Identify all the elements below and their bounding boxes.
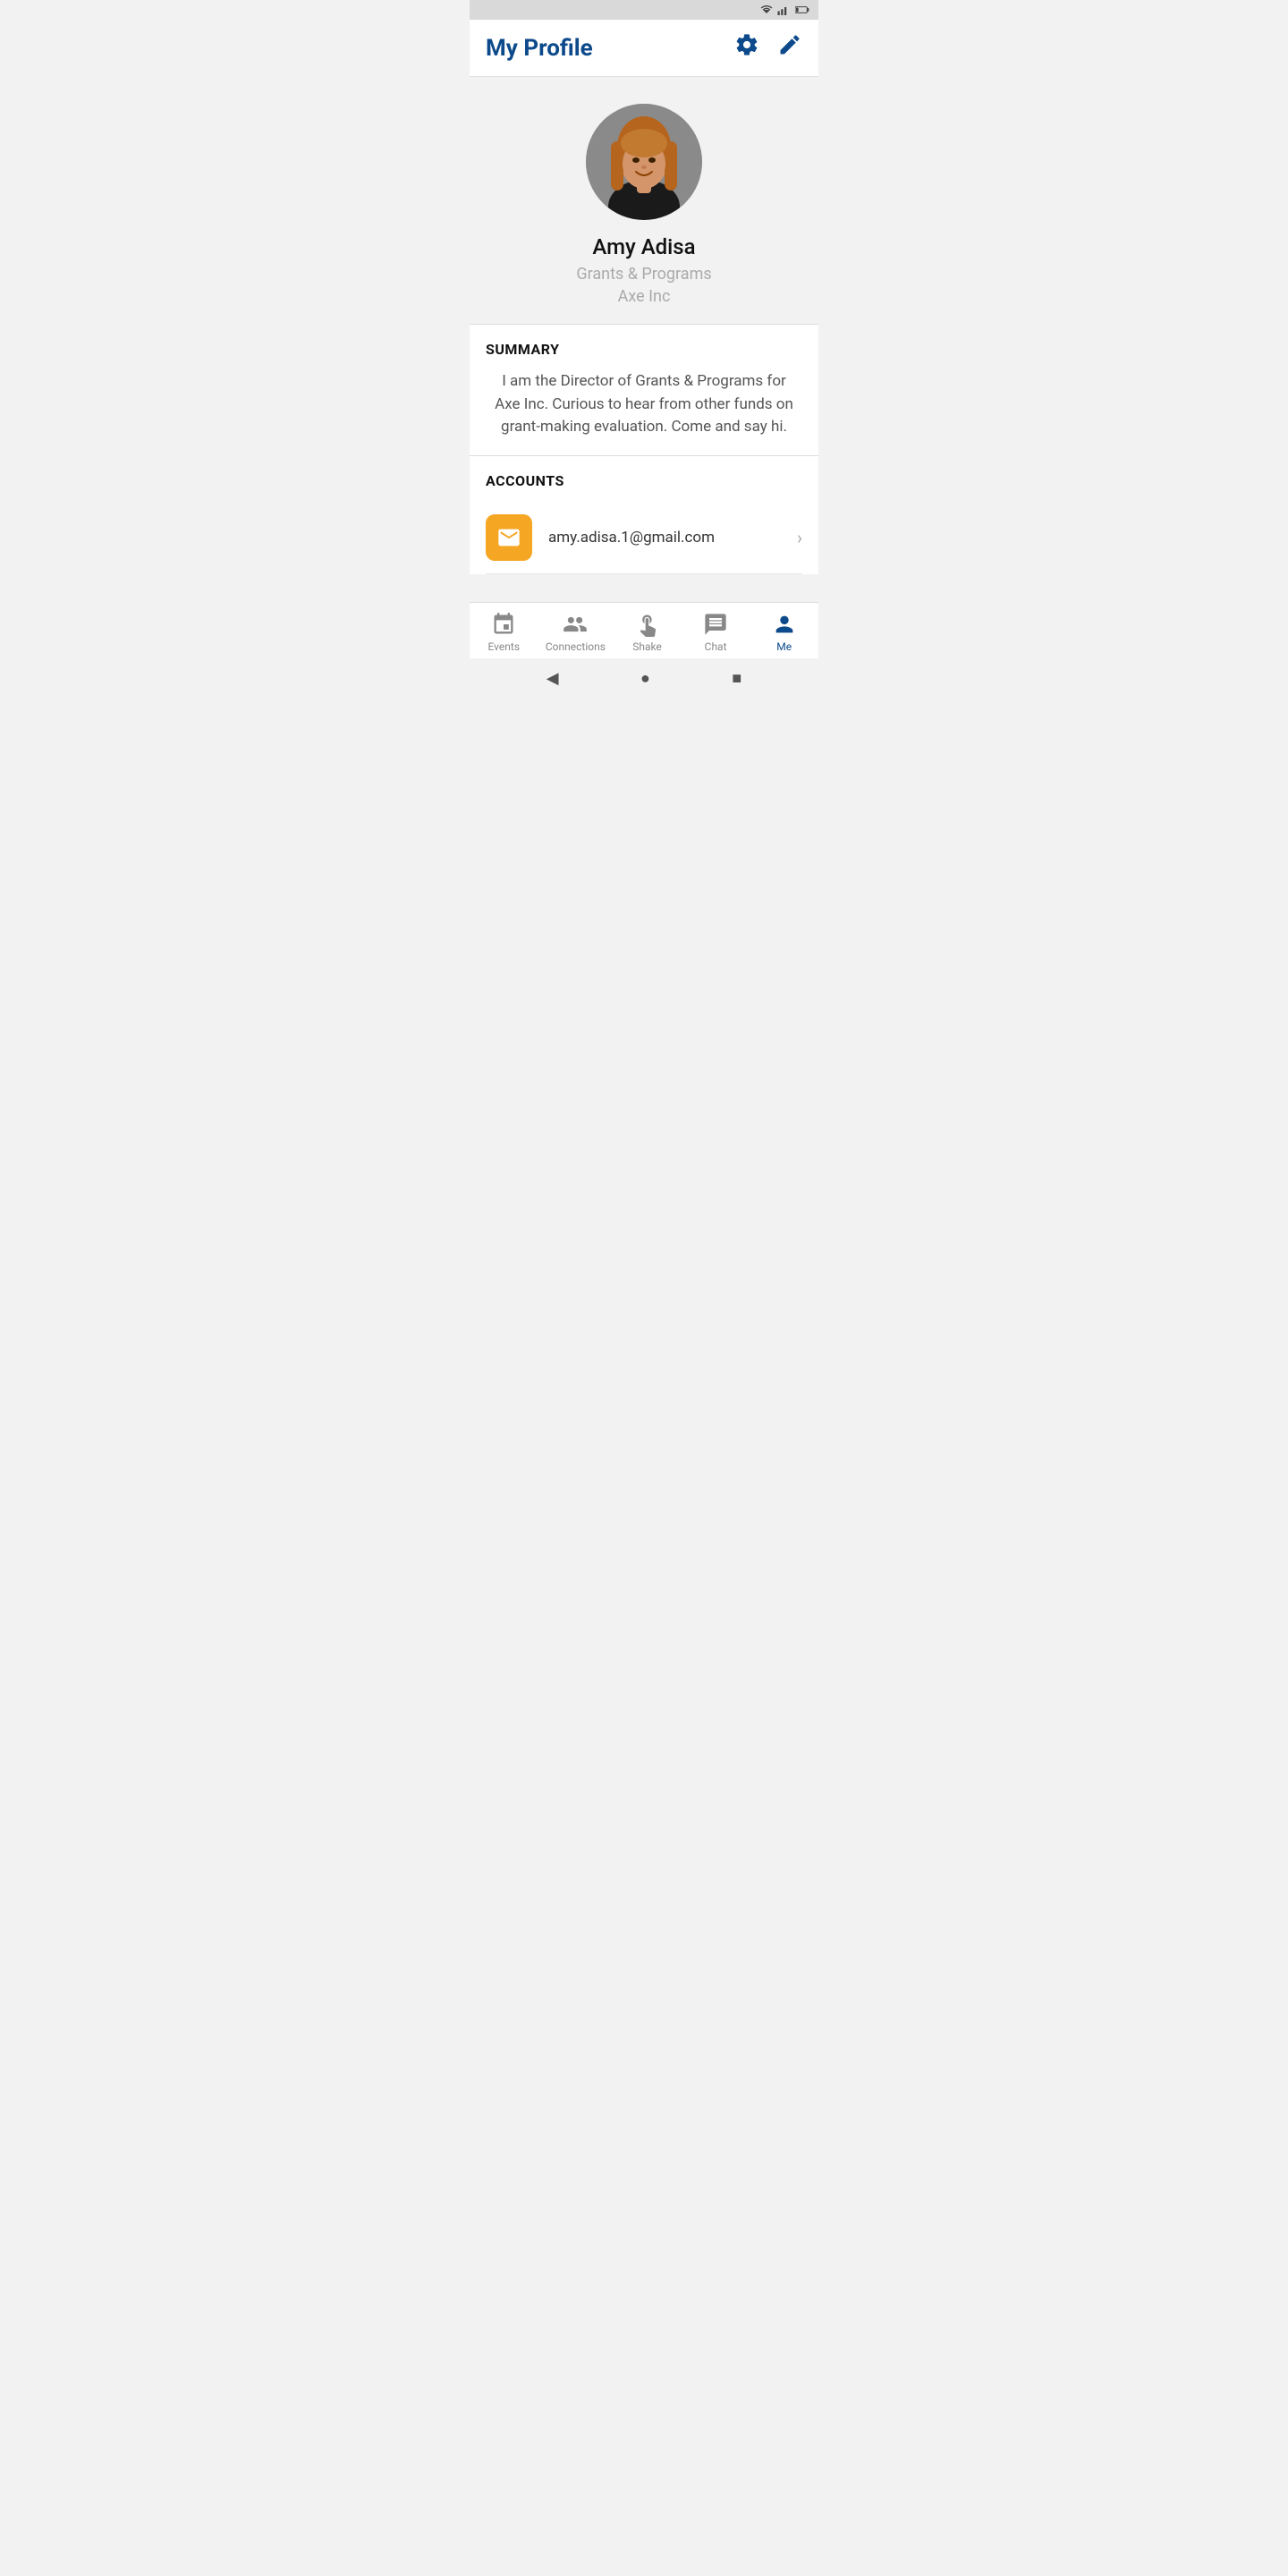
recent-button[interactable]: ■ — [732, 669, 741, 688]
connections-label: Connections — [546, 640, 606, 653]
content-spacer — [470, 574, 818, 603]
me-label: Me — [776, 640, 792, 653]
header-actions — [734, 32, 802, 64]
summary-title: SUMMARY — [486, 341, 802, 358]
avatar — [586, 104, 702, 220]
account-row[interactable]: amy.adisa.1@gmail.com › — [486, 502, 802, 574]
events-label: Events — [488, 640, 521, 653]
status-icons — [759, 4, 809, 15]
summary-section: SUMMARY I am the Director of Grants & Pr… — [470, 325, 818, 455]
nav-item-events[interactable]: Events — [477, 612, 530, 653]
events-icon — [491, 612, 516, 637]
avatar-image — [586, 104, 702, 220]
profile-name: Amy Adisa — [592, 234, 695, 259]
nav-item-me[interactable]: Me — [758, 612, 811, 653]
edit-icon — [777, 32, 802, 57]
profile-company: Axe Inc — [618, 287, 671, 306]
connections-icon — [563, 612, 588, 637]
status-bar — [470, 0, 818, 20]
shake-icon — [635, 612, 660, 637]
accounts-section: ACCOUNTS amy.adisa.1@gmail.com › — [470, 456, 818, 574]
email-icon-box — [486, 514, 532, 561]
edit-button[interactable] — [777, 32, 802, 64]
bottom-nav: Events Connections Shake Chat — [470, 602, 818, 658]
chat-label: Chat — [705, 640, 727, 653]
wifi-icon — [759, 4, 774, 15]
nav-item-shake[interactable]: Shake — [621, 612, 674, 653]
chevron-right-icon: › — [797, 527, 802, 548]
android-nav: ◀ ● ■ — [470, 658, 818, 698]
home-button[interactable]: ● — [640, 669, 650, 688]
profile-section: Amy Adisa Grants & Programs Axe Inc — [470, 77, 818, 324]
account-email: amy.adisa.1@gmail.com — [548, 529, 797, 547]
shake-label: Shake — [632, 640, 662, 653]
email-icon — [496, 525, 521, 550]
back-button[interactable]: ◀ — [547, 669, 559, 688]
page-title: My Profile — [486, 35, 593, 62]
me-icon — [772, 612, 797, 637]
settings-button[interactable] — [734, 32, 759, 64]
signal-icon — [777, 4, 792, 15]
accounts-title: ACCOUNTS — [486, 472, 802, 489]
nav-item-chat[interactable]: Chat — [689, 612, 742, 653]
battery-icon — [795, 4, 809, 15]
summary-text: I am the Director of Grants & Programs f… — [486, 370, 802, 439]
nav-item-connections[interactable]: Connections — [546, 612, 606, 653]
header: My Profile — [470, 20, 818, 77]
settings-icon — [734, 32, 759, 57]
profile-role: Grants & Programs — [576, 265, 711, 284]
chat-icon — [703, 612, 728, 637]
